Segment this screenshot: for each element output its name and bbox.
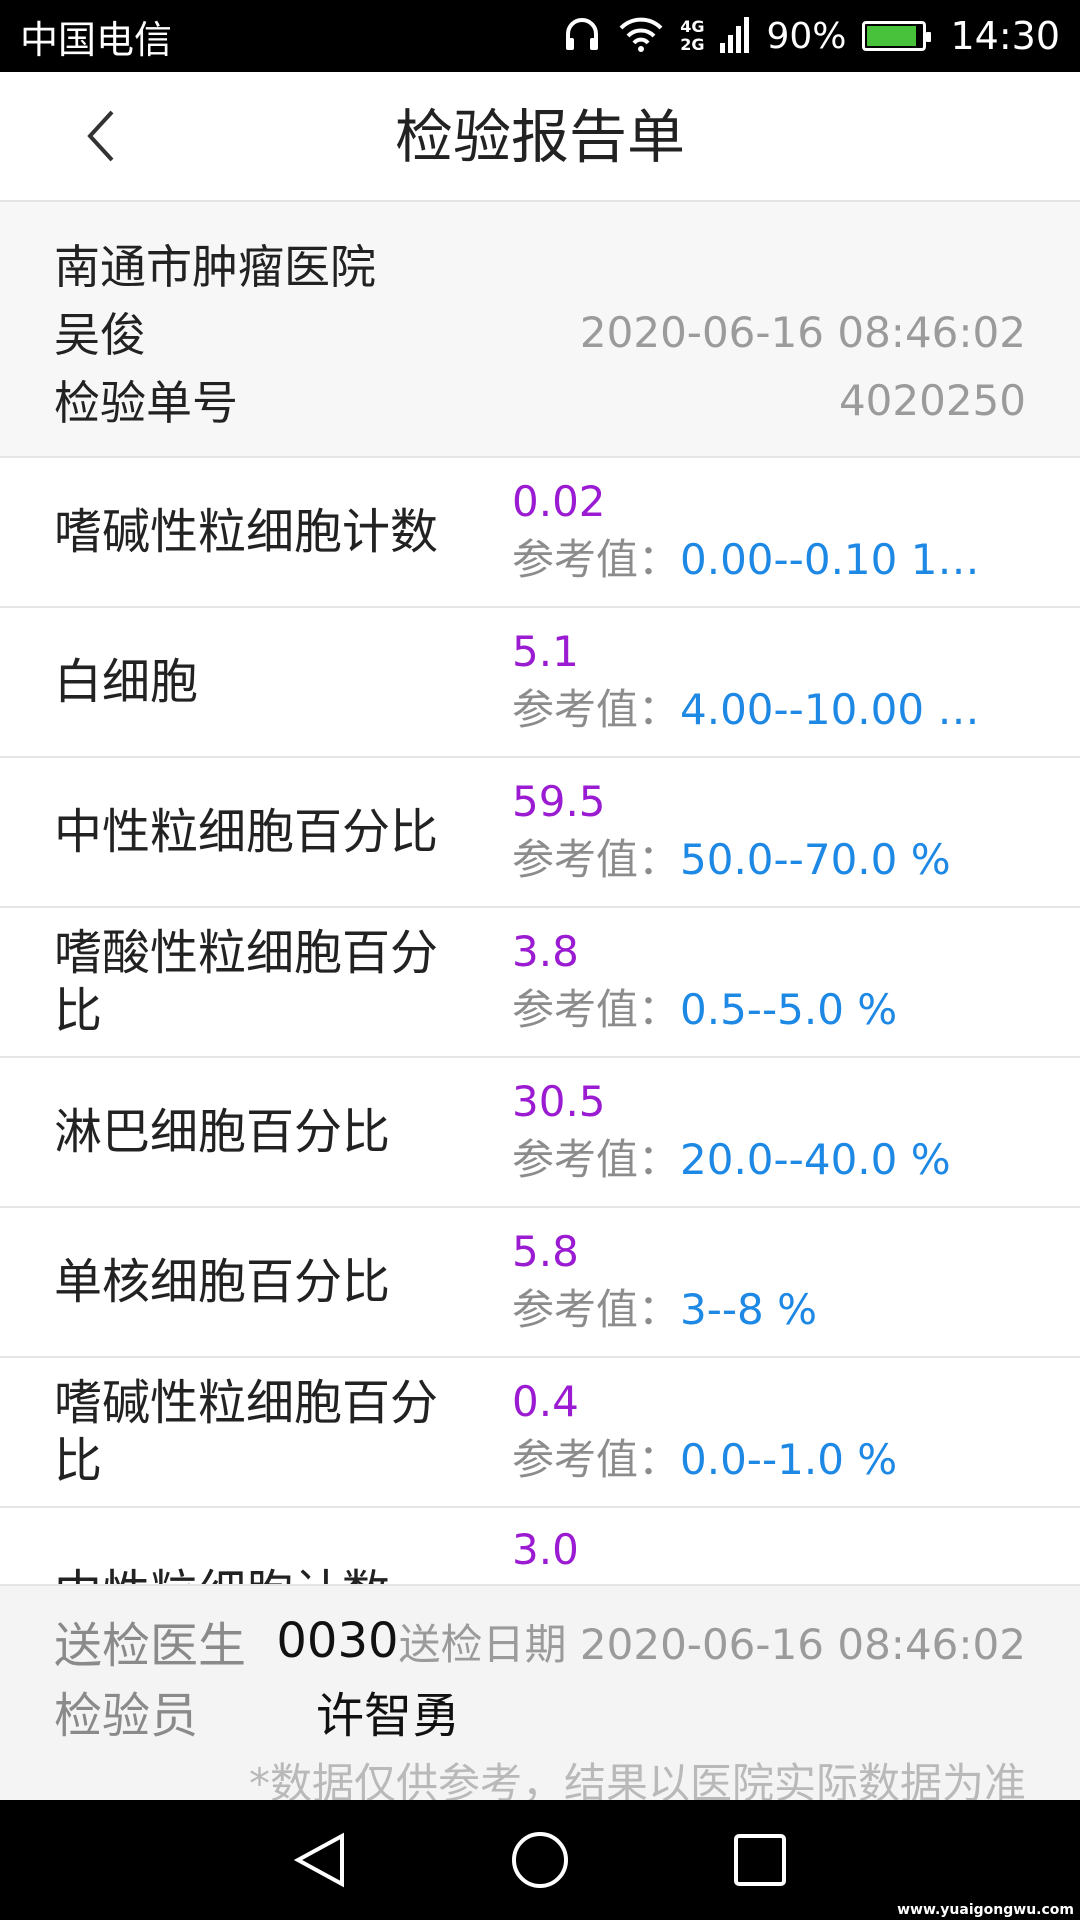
test-value: 30.5: [512, 1077, 606, 1126]
watermark: www.yuaigongwu.com: [897, 1902, 1074, 1918]
test-values: 0.4 参考值： 0.0--1.0 %: [512, 1374, 992, 1490]
reference-label: 参考值：: [512, 685, 681, 734]
test-name: 嗜碱性粒细胞计数: [54, 504, 439, 560]
patient-row: 吴俊 2020-06-16 08:46:02: [54, 298, 1026, 366]
result-row: 嗜碱性粒细胞百分比 0.4 参考值： 0.0--1.0 %: [0, 1358, 1080, 1508]
result-row: 中性粒细胞计数 3.0: [0, 1508, 1080, 1584]
test-value: 3.0: [512, 1525, 579, 1574]
doctor-label: 送检医生: [54, 1618, 247, 1674]
report-footer: 送检医生 0030 送检日期 2020-06-16 08:46:02 检验员 许…: [0, 1584, 1080, 1808]
result-row: 白细胞 5.1 参考值： 4.00--10.00 1...: [0, 608, 1080, 758]
reference-value: 0.00--0.10 10...: [680, 535, 992, 584]
inspector-value: 许智勇: [316, 1688, 461, 1744]
report-datetime: 2020-06-16 08:46:02: [579, 307, 1026, 357]
back-button[interactable]: [70, 104, 134, 168]
reference-range: 参考值： 0.5--5.0 %: [512, 980, 992, 1040]
reference-label: 参考值：: [512, 1285, 681, 1334]
test-values: 3.8 参考值： 0.5--5.0 %: [512, 924, 992, 1040]
hospital-name: 南通市肿瘤医院: [54, 240, 376, 294]
test-value: 0.02: [512, 477, 606, 526]
circle-home-icon: [512, 1832, 568, 1888]
submit-date: 送检日期 2020-06-16 08:46:02: [399, 1611, 1026, 1672]
battery-icon: [862, 21, 932, 51]
network-type: 4G 2G: [680, 17, 705, 54]
inspector-row: 检验员 许智勇: [54, 1676, 1026, 1746]
result-row: 单核细胞百分比 5.8 参考值： 3--8 %: [0, 1208, 1080, 1358]
test-values: 3.0: [512, 1522, 992, 1578]
report-number: 4020250: [838, 375, 1026, 425]
carrier-name: 中国电信: [20, 17, 173, 62]
results-list[interactable]: 嗜碱性粒细胞计数 0.02 参考值： 0.00--0.10 10... 白细胞 5…: [0, 458, 1080, 1584]
submit-date-label: 送检日期: [398, 1619, 567, 1669]
status-icons: 4G 2G 90% 14:30: [562, 14, 1060, 58]
system-back-button[interactable]: [285, 1825, 355, 1895]
report-number-label: 检验单号: [54, 376, 238, 430]
page-title: 检验报告单: [394, 103, 685, 171]
hospital-row: 南通市肿瘤医院: [54, 230, 1026, 298]
reference-range: 参考值： 0.0--1.0 %: [512, 1430, 992, 1490]
reference-value: 0.0--1.0 %: [680, 1435, 898, 1484]
test-values: 59.5 参考值： 50.0--70.0 %: [512, 774, 992, 890]
test-name: 淋巴细胞百分比: [54, 1104, 391, 1160]
reference-range: 参考值： 20.0--40.0 %: [512, 1130, 992, 1190]
reference-value: 4.00--10.00 1...: [680, 685, 992, 734]
reference-label: 参考值：: [512, 835, 681, 884]
test-value: 5.8: [512, 1227, 579, 1276]
test-name: 白细胞: [54, 654, 199, 710]
test-value: 3.8: [512, 927, 579, 976]
reference-range: 参考值： 4.00--10.00 1...: [512, 680, 992, 740]
inspector-label: 检验员: [54, 1688, 199, 1744]
reference-value: 0.5--5.0 %: [680, 985, 898, 1034]
test-values: 5.1 参考值： 4.00--10.00 1...: [512, 624, 992, 740]
triangle-back-icon: [293, 1832, 344, 1888]
test-value: 0.4: [512, 1377, 579, 1426]
test-value: 5.1: [512, 627, 579, 676]
result-row: 嗜碱性粒细胞计数 0.02 参考值： 0.00--0.10 10...: [0, 458, 1080, 608]
patient-name: 吴俊: [54, 308, 146, 362]
signal-icon: [720, 15, 750, 57]
headphones-icon: [562, 14, 602, 58]
battery-percent: 90%: [766, 15, 847, 57]
reference-label: 参考值：: [512, 535, 681, 584]
reference-range: 参考值： 3--8 %: [512, 1280, 992, 1340]
result-row: 嗜酸性粒细胞百分比 3.8 参考值： 0.5--5.0 %: [0, 908, 1080, 1058]
system-recents-button[interactable]: [725, 1825, 795, 1895]
test-values: 0.02 参考值： 0.00--0.10 10...: [512, 474, 992, 590]
reference-value: 20.0--40.0 %: [680, 1135, 951, 1184]
test-name: 嗜酸性粒细胞百分比: [54, 925, 439, 1039]
result-row: 中性粒细胞百分比 59.5 参考值： 50.0--70.0 %: [0, 758, 1080, 908]
doctor-row: 送检医生 0030 送检日期 2020-06-16 08:46:02: [54, 1606, 1026, 1676]
reference-value: 3--8 %: [680, 1285, 818, 1334]
system-nav-bar: www.yuaigongwu.com: [0, 1800, 1080, 1920]
submit-date-value: 2020-06-16 08:46:02: [579, 1619, 1026, 1669]
test-value: 59.5: [512, 777, 606, 826]
test-name: 嗜碱性粒细胞百分比: [54, 1375, 439, 1489]
reference-label: 参考值：: [512, 985, 681, 1034]
status-bar: 中国电信 4G 2G 90% 14:30: [0, 0, 1080, 72]
test-name: 单核细胞百分比: [54, 1254, 391, 1310]
patient-info: 南通市肿瘤医院 吴俊 2020-06-16 08:46:02 检验单号 4020…: [0, 202, 1080, 458]
report-number-row: 检验单号 4020250: [54, 366, 1026, 434]
square-recents-icon: [734, 1834, 786, 1886]
test-name: 中性粒细胞百分比: [54, 804, 439, 860]
test-values: 30.5 参考值： 20.0--40.0 %: [512, 1074, 992, 1190]
reference-range: 参考值： 0.00--0.10 10...: [512, 530, 992, 590]
battery-fill: [867, 26, 917, 46]
wifi-icon: [618, 15, 664, 57]
reference-label: 参考值：: [512, 1135, 681, 1184]
result-row: 淋巴细胞百分比 30.5 参考值： 20.0--40.0 %: [0, 1058, 1080, 1208]
clock: 14:30: [950, 14, 1060, 58]
app-header: 检验报告单: [0, 72, 1080, 202]
reference-label: 参考值：: [512, 1435, 681, 1484]
system-home-button[interactable]: [505, 1825, 575, 1895]
doctor-value: 0030: [276, 1613, 399, 1669]
reference-range: 参考值： 50.0--70.0 %: [512, 830, 992, 890]
chevron-left-icon: [87, 110, 114, 162]
test-name: 中性粒细胞计数: [54, 1522, 484, 1584]
test-values: 5.8 参考值： 3--8 %: [512, 1224, 992, 1340]
reference-value: 50.0--70.0 %: [680, 835, 951, 884]
